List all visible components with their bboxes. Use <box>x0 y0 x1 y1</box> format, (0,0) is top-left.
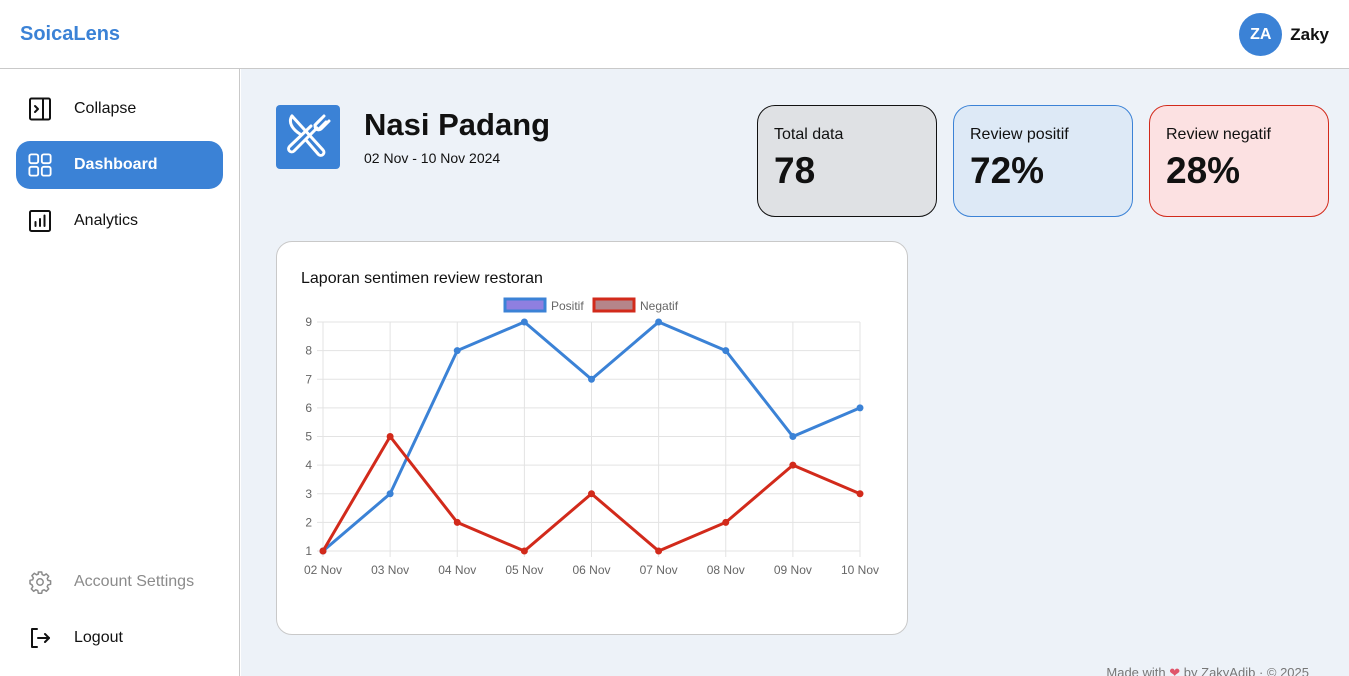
footer-text: by ZakyAdib · © 2025 <box>1183 665 1309 676</box>
page-title: Nasi Padang <box>364 107 551 142</box>
data-point-negatif <box>722 518 730 526</box>
x-tick-label: 03 Nov <box>371 563 409 577</box>
y-tick-label: 9 <box>305 315 312 329</box>
data-point-positif <box>789 433 797 440</box>
y-tick-label: 4 <box>305 458 312 472</box>
y-tick-label: 6 <box>305 401 312 415</box>
main-content: Nasi Padang 02 Nov - 10 Nov 2024 Total d… <box>241 69 1349 676</box>
y-tick-label: 1 <box>305 544 312 558</box>
sidebar-item-analytics[interactable]: Analytics <box>16 197 223 245</box>
data-point-positif <box>520 318 528 326</box>
x-tick-label: 10 Nov <box>841 563 879 577</box>
stat-card-negative: Review negatif 28% <box>1149 105 1329 217</box>
data-point-positif <box>722 347 730 355</box>
data-point-negatif <box>856 490 864 498</box>
avatar[interactable]: ZA <box>1239 13 1283 56</box>
heart-icon: ❤ <box>1169 665 1181 676</box>
brand-logo[interactable]: SoicaLens <box>20 23 120 46</box>
user-menu[interactable]: ZA Zaky <box>1239 13 1329 56</box>
x-tick-label: 07 Nov <box>640 563 678 577</box>
y-tick-label: 7 <box>305 372 312 386</box>
sidebar-item-label: Dashboard <box>74 156 158 173</box>
stat-label: Total data <box>774 126 844 143</box>
legend-label-negatif: Negatif <box>640 299 679 313</box>
y-tick-label: 3 <box>305 487 312 501</box>
legend-label-positif: Positif <box>551 299 584 313</box>
user-name[interactable]: Zaky <box>1290 25 1329 45</box>
gear-icon <box>28 570 52 594</box>
data-point-positif <box>655 318 663 326</box>
sidebar-item-logout[interactable]: Logout <box>16 614 223 662</box>
stat-value: 28% <box>1166 150 1241 191</box>
collapse-icon <box>28 97 52 121</box>
top-bar: SoicaLens ZA Zaky <box>0 0 1349 69</box>
data-point-negatif <box>655 547 663 555</box>
stat-card-positive: Review positif 72% <box>953 105 1133 217</box>
sidebar-item-label: Account Settings <box>74 573 195 590</box>
stat-label: Review negatif <box>1166 126 1271 143</box>
data-point-positif <box>453 347 461 355</box>
x-tick-label: 08 Nov <box>707 563 745 577</box>
legend-swatch-negatif <box>592 297 636 313</box>
data-point-negatif <box>789 461 797 469</box>
footer-text: Made with <box>1106 665 1166 676</box>
footer-credit: Made with ❤ by ZakyAdib · © 2025 <box>1106 665 1309 676</box>
stat-card-total: Total data 78 <box>757 105 937 217</box>
data-point-negatif <box>319 547 327 555</box>
x-tick-label: 06 Nov <box>572 563 610 577</box>
y-tick-label: 5 <box>305 430 312 444</box>
x-tick-label: 05 Nov <box>505 563 543 577</box>
sentiment-chart-card: Laporan sentimen review restoran 1234567… <box>276 241 908 635</box>
sidebar-item-collapse[interactable]: Collapse <box>16 85 223 133</box>
x-tick-label: 02 Nov <box>304 563 342 577</box>
utensils-icon <box>283 110 333 165</box>
data-point-negatif <box>588 490 595 498</box>
data-point-negatif <box>520 547 528 555</box>
stat-value: 72% <box>970 150 1045 191</box>
stat-label: Review positif <box>970 126 1069 143</box>
data-point-negatif <box>453 518 461 526</box>
x-tick-label: 09 Nov <box>774 563 812 577</box>
dashboard-icon <box>28 153 52 177</box>
y-tick-label: 2 <box>305 515 312 529</box>
data-point-negatif <box>386 433 394 440</box>
sidebar-item-dashboard[interactable]: Dashboard <box>16 141 223 189</box>
y-tick-label: 8 <box>305 344 312 358</box>
data-point-positif <box>386 490 394 498</box>
date-range: 02 Nov - 10 Nov 2024 <box>364 150 501 166</box>
sidebar: Collapse Dashboard Analytics Account Set… <box>0 69 240 676</box>
sentiment-line-chart: 1 2 3 4 5 6 7 8 9 02 Nov 03 Nov 04 Nov 05 Nov 06 Nov 0… <box>304 297 879 577</box>
analytics-icon <box>28 209 52 233</box>
sidebar-item-label: Analytics <box>74 212 139 229</box>
menu-icon-tile <box>276 105 340 169</box>
sidebar-item-label: Collapse <box>74 100 137 117</box>
logout-icon <box>28 626 52 650</box>
x-tick-label: 04 Nov <box>438 563 476 577</box>
legend-swatch-positif <box>503 297 547 313</box>
sidebar-item-account-settings[interactable]: Account Settings <box>16 558 223 606</box>
data-point-positif <box>588 375 595 383</box>
data-point-positif <box>856 404 864 412</box>
sidebar-item-label: Logout <box>74 629 123 646</box>
stat-value: 78 <box>774 150 816 191</box>
